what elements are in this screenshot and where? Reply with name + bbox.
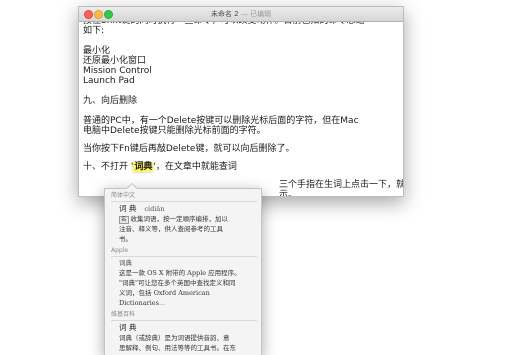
textedit-window[interactable]: 按住Shift键的同时执行一些命令，可以改变动作。目前已知的命令总结 如下: 最… [78,6,404,197]
doc-line: 如下: [83,26,105,36]
section-heading: 十、不打开 '词典'，在文章中就能查词 [83,162,401,172]
doc-line: 电脑中Delete按键只能删除光标前面的字符。 [83,126,266,136]
window-title: 未命名 2 — 已编辑 [79,8,403,20]
entry-headword[interactable]: 词 典 cídiǎn [105,204,261,214]
title-bar[interactable]: 未命名 2 — 已编辑 [79,7,403,22]
section-heading: 九、向后删除 [83,96,138,106]
definition-line: 收集词语，按一定顺序编排，加以 [130,215,229,223]
document-body[interactable]: 按住Shift键的同时执行一些命令，可以改变动作。目前已知的命令总结 如下: 最… [83,16,403,196]
definition: 名收集词语，按一定顺序编排，加以 [105,214,261,224]
definition-line: 注音、释义等，供人查阅参考的工具 [119,225,223,233]
headword: 词 典 [119,204,137,213]
doc-line: 当你按下Fn键后再敲Delete键，就可以向后删除了。 [83,144,295,154]
edited-status: — 已编辑 [240,10,272,18]
highlighted-word[interactable]: 词典 [133,162,154,172]
section-header-wikipedia[interactable]: 维基百科 [105,308,261,319]
more-ellipsis[interactable]: ... [159,299,165,307]
definition-line: 书。 [119,235,132,243]
divider [111,320,257,321]
apple-description-line: 义词，包括 Oxford American Dictionaries... [105,288,261,308]
heading-suffix: '，在文章中就能查词 [153,162,237,172]
document-name: 未命名 2 [210,10,239,18]
doc-line: Mission Control [83,66,152,76]
doc-line: Launch Pad [83,76,135,86]
doc-line: 普通的PC中，有一个Delete按键可以删除光标后面的字符，但在Mac [83,116,359,126]
popover-arrow-fill [127,184,137,189]
heading-prefix: 十、不打开 ' [83,162,134,172]
doc-line: 最小化 [83,46,111,56]
section-header-chinese: 简体中文 [111,192,136,199]
pinyin: cídiǎn [144,205,165,213]
section-header-apple[interactable]: Apple [105,244,261,255]
doc-line: 还原最小化窗口 [83,56,147,66]
dictionary-popover[interactable]: 简体中文 词 典 cídiǎn 名收集词语，按一定顺序编排，加以 注音、释义等，供… [104,188,262,355]
wiki-description-line: 思解释、例句、用法等等的工具书。在东 [119,344,236,352]
wiki-description-line: 词典（或辞典）是为词语提供音韵、意 [119,334,230,342]
divider [111,256,257,257]
part-of-speech-badge: 名 [119,216,129,224]
apple-term: 词典 [119,259,132,267]
screenshot-stage: 按住Shift键的同时执行一些命令，可以改变动作。目前已知的命令总结 如下: 最… [0,0,517,355]
apple-description-line: 这是一款 OS X 附带的 Apple 应用程序。 [119,269,241,277]
apple-description-line: "词典"可让您在多个英国中查找定义和同 [119,279,236,287]
divider [111,201,257,202]
wiki-headword: 词 典 [119,323,137,332]
